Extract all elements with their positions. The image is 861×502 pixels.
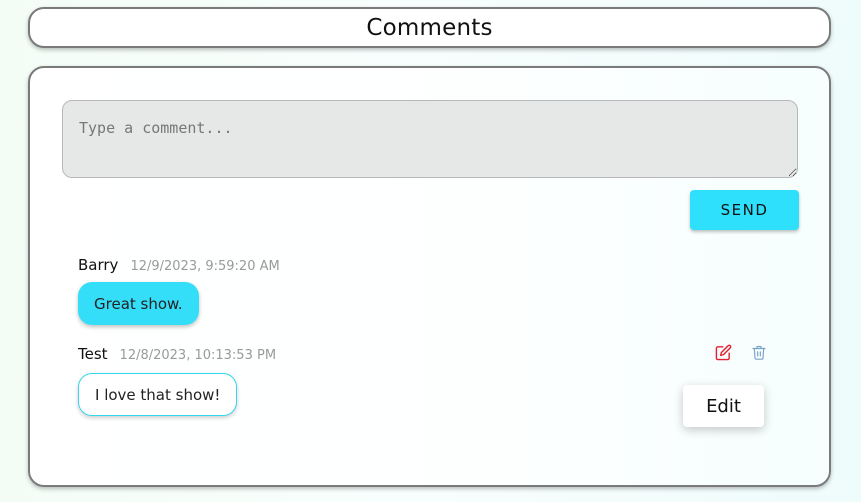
trash-icon[interactable]	[749, 342, 769, 362]
comment-header: Barry 12/9/2023, 9:59:20 AM	[78, 256, 280, 274]
comment-timestamp: 12/9/2023, 9:59:20 AM	[130, 259, 280, 274]
comment-header: Test 12/8/2023, 10:13:53 PM	[78, 345, 276, 363]
comment-author: Test	[78, 345, 108, 363]
comment-bubble: Great show.	[78, 282, 199, 325]
comments-header: Comments	[28, 7, 831, 48]
comments-panel: SEND Barry 12/9/2023, 9:59:20 AM Great s…	[28, 66, 831, 487]
edit-tooltip: Edit	[683, 385, 764, 427]
comment-author: Barry	[78, 256, 119, 274]
edit-icon[interactable]	[713, 342, 733, 362]
comment-timestamp: 12/8/2023, 10:13:53 PM	[119, 348, 277, 363]
comment-input[interactable]	[62, 100, 798, 178]
send-button[interactable]: SEND	[690, 190, 799, 230]
page-title: Comments	[366, 14, 493, 41]
comment-bubble: I love that show!	[78, 373, 238, 416]
